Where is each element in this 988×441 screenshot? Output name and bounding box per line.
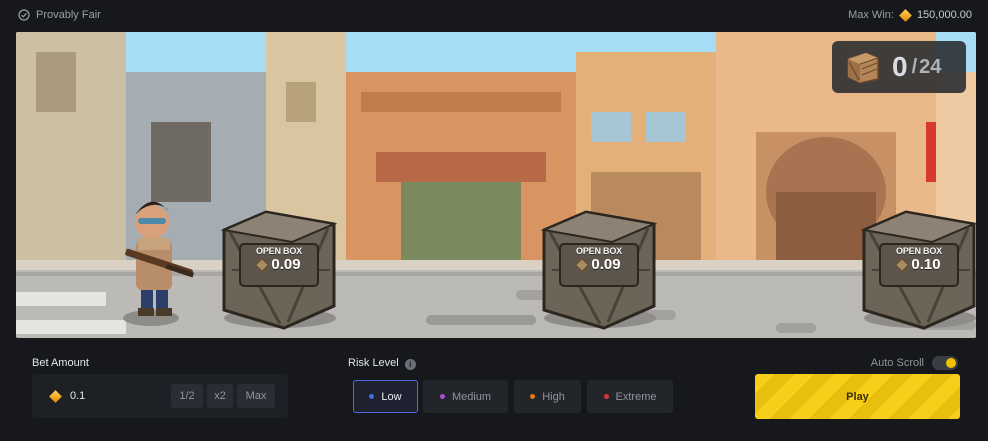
coin-icon [255, 257, 270, 272]
crate-box-2[interactable]: OPEN BOX 0.09 [538, 210, 660, 332]
coin-icon [575, 257, 590, 272]
toggle-knob [946, 358, 956, 368]
info-icon[interactable]: i [404, 359, 416, 370]
half-bet-button[interactable]: 1/2 [171, 384, 203, 408]
risk-option-label: Extreme [615, 390, 657, 403]
max-bet-button[interactable]: Max [237, 384, 275, 408]
coin-icon [899, 8, 912, 22]
opened-count: 0 [892, 51, 908, 82]
box-value: 0.10 [911, 256, 941, 273]
check-circle-icon [18, 9, 30, 21]
max-win-value: 150,000.00 [916, 9, 972, 21]
boxes-opened-counter: 0 / 24 [832, 41, 966, 93]
risk-level-label: Risk Level [348, 357, 399, 369]
total-count: 24 [919, 55, 942, 78]
open-box-label: OPEN BOX [256, 246, 302, 256]
provably-fair-link[interactable]: Provably Fair [18, 9, 101, 21]
auto-scroll: Auto Scroll [871, 356, 958, 370]
counter-separator: / [911, 55, 918, 78]
controls-panel: Bet Amount 0.1 1/2 x2 Max Risk Level i Lo… [0, 340, 988, 441]
risk-option-label: High [542, 390, 565, 403]
risk-option-high[interactable]: High [514, 380, 581, 413]
bet-amount-field[interactable]: 0.1 1/2 x2 Max [32, 374, 288, 418]
top-bar: Provably Fair Max Win: 150,000.00 [0, 0, 988, 30]
risk-dot-icon [369, 394, 375, 399]
risk-option-extreme[interactable]: Extreme [587, 380, 673, 413]
open-box-label: OPEN BOX [576, 246, 622, 256]
bet-amount-value[interactable]: 0.1 [70, 390, 85, 402]
play-button[interactable]: Play [755, 374, 960, 419]
open-box-label: OPEN BOX [896, 246, 942, 256]
crate-box-3[interactable]: OPEN BOX 0.10 [858, 210, 976, 332]
coin-icon [49, 390, 62, 403]
bet-amount-label: Bet Amount [32, 357, 89, 369]
risk-option-medium[interactable]: Medium [423, 380, 508, 413]
game-scene[interactable]: 0 / 24 OPEN BOX 0.09 OPEN BOX 0.09 OPEN … [16, 32, 976, 338]
crate-box-1[interactable]: OPEN BOX 0.09 [218, 210, 340, 332]
risk-dot-icon [439, 394, 445, 399]
risk-option-low[interactable]: Low [353, 380, 418, 413]
max-win-label: Max Win: [848, 9, 894, 21]
risk-option-label: Medium [451, 390, 492, 403]
coin-icon [895, 257, 910, 272]
risk-level-heading: Risk Level i [348, 357, 416, 370]
auto-scroll-label: Auto Scroll [870, 357, 924, 369]
crate-icon [847, 52, 879, 84]
provably-fair-label: Provably Fair [36, 9, 101, 21]
box-value: 0.09 [271, 256, 301, 273]
double-bet-button[interactable]: x2 [207, 384, 233, 408]
risk-dot-icon [530, 394, 536, 399]
max-win: Max Win: 150,000.00 [848, 8, 972, 22]
risk-dot-icon [603, 394, 609, 399]
box-value: 0.09 [591, 256, 621, 273]
auto-scroll-toggle[interactable] [932, 356, 958, 370]
risk-option-label: Low [381, 390, 402, 403]
